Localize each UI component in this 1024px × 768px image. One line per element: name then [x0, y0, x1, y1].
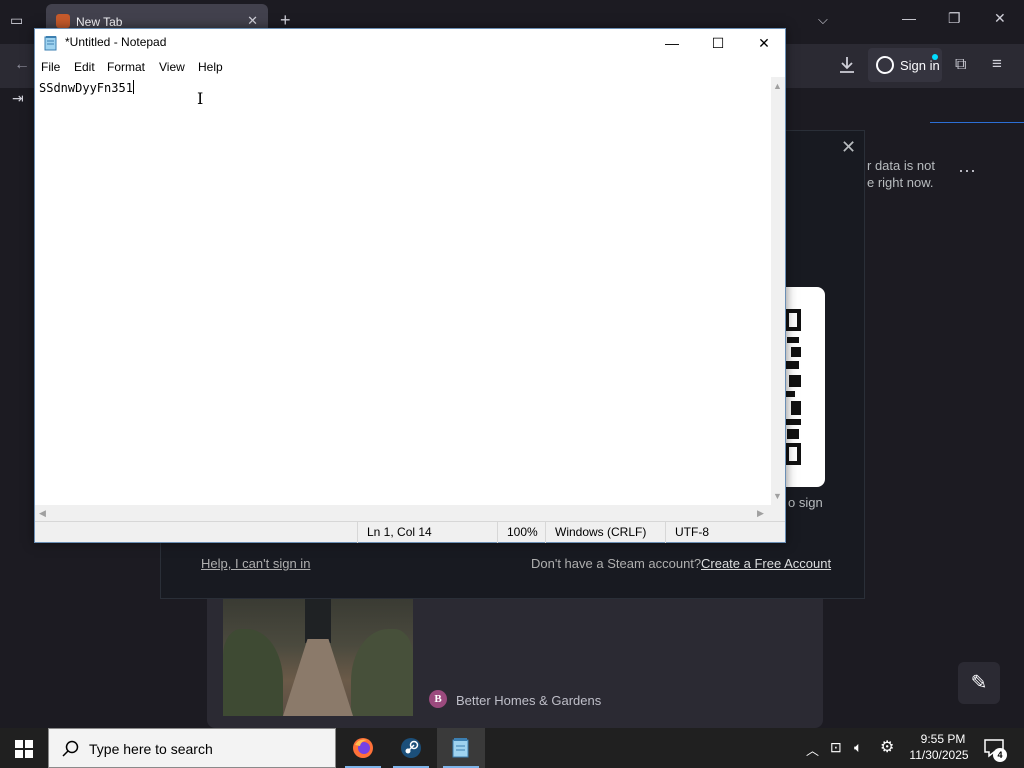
- more-options-icon[interactable]: ···: [958, 160, 976, 181]
- menu-file[interactable]: File: [41, 60, 60, 74]
- news-card[interactable]: B Better Homes & Gardens: [207, 599, 823, 728]
- firefox-icon: [353, 738, 373, 758]
- chevron-down-icon[interactable]: ⌵: [818, 12, 828, 28]
- menu-view[interactable]: View: [159, 60, 185, 74]
- volume-muted-icon[interactable]: 🔈︎: [854, 739, 862, 756]
- status-bar: Ln 1, Col 14 100% Windows (CRLF) UTF-8: [35, 521, 785, 543]
- minimize-icon[interactable]: —: [902, 10, 916, 26]
- scroll-up-arrow-icon[interactable]: ▲: [773, 81, 782, 91]
- settings-gear-icon[interactable]: ⚙: [880, 737, 894, 757]
- tab-title: New Tab: [76, 15, 123, 29]
- sign-in-button[interactable]: Sign in: [868, 48, 942, 82]
- scroll-right-arrow-icon[interactable]: ▶: [757, 508, 764, 519]
- clock-time[interactable]: 9:55 PM: [918, 732, 968, 746]
- menu-bar: File Edit Format View Help: [35, 57, 785, 77]
- news-source: Better Homes & Gardens: [456, 693, 602, 708]
- menu-help[interactable]: Help: [198, 60, 223, 74]
- close-icon[interactable]: ✕: [841, 137, 856, 158]
- encoding: UTF-8: [665, 522, 785, 543]
- network-icon[interactable]: ⊡: [830, 739, 842, 756]
- line-ending: Windows (CRLF): [545, 522, 665, 543]
- cant-sign-in-link[interactable]: Help, I can't sign in: [201, 556, 310, 571]
- notification-count-badge: 4: [993, 748, 1007, 762]
- horizontal-scrollbar[interactable]: ◀ ▶: [35, 505, 771, 521]
- divider: [930, 122, 1024, 123]
- scroll-down-arrow-icon[interactable]: ▼: [773, 491, 782, 501]
- close-button[interactable]: ✕: [741, 29, 787, 57]
- search-icon: [62, 740, 79, 757]
- notepad-taskbar-button[interactable]: [437, 728, 485, 768]
- menu-format[interactable]: Format: [107, 60, 145, 74]
- cursor-position: Ln 1, Col 14: [357, 522, 497, 543]
- news-source-logo-icon: B: [429, 690, 447, 708]
- notepad-app-icon: [44, 36, 57, 51]
- taskbar: Type here to search ︿ ⊡ 🔈︎ ⚙ 9:55 PM 11/…: [0, 728, 1024, 768]
- login-icon[interactable]: ⇥: [12, 90, 24, 107]
- windows-logo-icon: [15, 740, 23, 748]
- back-arrow-icon[interactable]: ←: [14, 56, 30, 74]
- notepad-window: *Untitled - Notepad — ☐ ✕ File Edit Form…: [34, 28, 786, 543]
- window-title: *Untitled - Notepad: [65, 35, 167, 49]
- vertical-scrollbar[interactable]: ▲ ▼: [771, 77, 785, 505]
- steam-taskbar-button[interactable]: [387, 728, 435, 768]
- start-button[interactable]: [0, 728, 48, 768]
- create-account-link[interactable]: Create a Free Account: [701, 556, 831, 571]
- taskbar-search-box[interactable]: Type here to search: [48, 728, 336, 768]
- qr-caption: o sign: [788, 495, 823, 510]
- steam-icon: [401, 738, 421, 758]
- hamburger-menu-icon[interactable]: ≡: [992, 54, 1002, 74]
- minimize-button[interactable]: —: [649, 29, 695, 57]
- zoom-level: 100%: [497, 522, 545, 543]
- tab-list-icon[interactable]: ▭: [10, 12, 30, 32]
- editor-content: SSdnwDyyFn351: [39, 81, 133, 95]
- text-editor-area[interactable]: SSdnwDyyFn351: [35, 77, 771, 505]
- restore-icon[interactable]: ❐: [948, 10, 961, 27]
- maximize-button[interactable]: ☐: [695, 29, 741, 57]
- notepad-icon: [452, 738, 469, 758]
- ibeam-cursor-icon: I: [197, 89, 204, 108]
- clock-date[interactable]: 11/30/2025: [908, 748, 970, 762]
- notification-dot: [932, 54, 938, 60]
- tab-close-icon[interactable]: ✕: [247, 13, 258, 29]
- tab-favicon-icon: [56, 14, 70, 28]
- steam-notice-text: r data is not e right now.: [867, 158, 935, 190]
- firefox-taskbar-button[interactable]: [339, 728, 387, 768]
- no-account-text: Don't have a Steam account?: [531, 556, 702, 571]
- sign-in-label: Sign in: [900, 58, 940, 73]
- extensions-icon[interactable]: ⧉: [955, 56, 966, 74]
- news-thumbnail: [223, 599, 413, 716]
- scroll-left-arrow-icon[interactable]: ◀: [39, 508, 46, 519]
- chevron-up-icon[interactable]: ︿: [806, 740, 819, 759]
- scrollbar-corner: [771, 505, 785, 521]
- menu-edit[interactable]: Edit: [74, 60, 95, 74]
- editor-text: SSdnwDyyFn351: [39, 80, 134, 95]
- close-icon[interactable]: ✕: [994, 10, 1006, 27]
- notepad-titlebar[interactable]: *Untitled - Notepad — ☐ ✕: [35, 29, 785, 57]
- qr-code: [785, 287, 825, 487]
- text-caret: [132, 80, 134, 94]
- search-placeholder: Type here to search: [89, 741, 213, 757]
- edit-pencil-icon[interactable]: ✎: [958, 662, 1000, 704]
- account-icon: [876, 56, 894, 74]
- download-icon[interactable]: [836, 54, 858, 76]
